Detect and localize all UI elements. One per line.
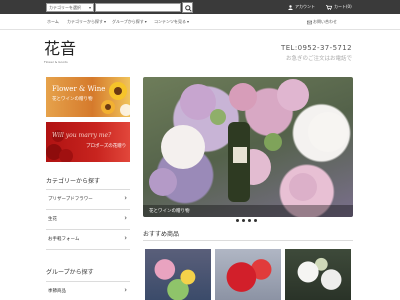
nav-home[interactable]: ホーム [47, 18, 59, 26]
chevron-right-icon: › [124, 234, 127, 242]
search-icon [185, 5, 192, 12]
chevron-right-icon: › [124, 214, 127, 222]
chevron-down-icon: ▾ [88, 5, 91, 10]
product-card[interactable] [285, 249, 351, 300]
main-nav: ホーム カテゴリーから探す▾ グループから探す▾ コンテンツを見る▾ お問い合わ… [0, 14, 400, 30]
slider-dot[interactable] [254, 219, 257, 222]
sidebar-item-label: 季節商品 [48, 289, 66, 294]
category-heading: カテゴリーから探す [46, 178, 101, 185]
banner2-title: Will you marry me? [52, 132, 112, 139]
slider-dot[interactable] [242, 219, 245, 222]
slider-dot[interactable] [248, 219, 251, 222]
nav-contents[interactable]: コンテンツを見る▾ [154, 18, 189, 26]
cart-link[interactable]: カート(0) [326, 3, 352, 11]
chevron-down-icon: ▾ [187, 19, 190, 24]
chevron-down-icon: ▾ [144, 19, 147, 24]
cart-icon [326, 4, 332, 10]
flower-bouquet-image [149, 79, 348, 202]
product-card[interactable] [215, 249, 281, 300]
hero-slider[interactable]: 花とワインの贈り物 [143, 77, 353, 217]
sidebar-item-fresh[interactable]: 生花 › [46, 209, 130, 229]
sidebar-item-label: 生花 [48, 217, 57, 222]
account-link[interactable]: アカウント [288, 3, 315, 11]
banner-flower-wine[interactable]: Flower & Wine 花とワインの贈り物 [46, 77, 130, 117]
nav-contact[interactable]: お問い合わせ [307, 18, 337, 26]
banner2-subtitle: プロポーズの花贈り [86, 144, 127, 149]
sidebar-item-preserved[interactable]: プリザーブドフラワー › [46, 189, 130, 209]
recommended-heading: おすすめ商品 [143, 231, 180, 238]
hero-caption: 花とワインの贈り物 [143, 205, 353, 217]
user-icon [288, 4, 293, 10]
cart-label: カート(0) [334, 4, 352, 9]
search-button[interactable] [182, 2, 193, 13]
phone-number: TEL:0952-37-5712 [281, 44, 352, 52]
phone-note: お急ぎのご注文はお電話で [285, 56, 352, 62]
nav-category[interactable]: カテゴリーから探す▾ [67, 18, 106, 26]
sidebar-item-form[interactable]: お手軽フォーム › [46, 229, 130, 250]
roses-image [46, 130, 73, 162]
product-card[interactable] [145, 249, 211, 300]
logo-mark: 花音 [44, 39, 77, 58]
chevron-right-icon: › [124, 286, 127, 294]
nav-contact-label: お問い合わせ [313, 19, 337, 24]
banner-proposal[interactable]: Will you marry me? プロポーズの花贈り [46, 122, 130, 162]
nav-group-label: グループから探す [112, 19, 144, 24]
account-label: アカウント [295, 4, 315, 9]
group-heading: グループから探す [46, 269, 94, 276]
banner1-title: Flower & Wine [52, 85, 106, 93]
top-bar: カテゴリーを選択 ▾ アカウント カート(0) [0, 0, 400, 14]
nav-group[interactable]: グループから探す▾ [112, 18, 147, 26]
nav-home-label: ホーム [47, 19, 59, 24]
sidebar-item-label: プリザーブドフラワー [48, 197, 93, 202]
search-input[interactable] [95, 3, 181, 12]
chevron-down-icon: ▾ [104, 19, 107, 24]
sidebar-item-seasonal[interactable]: 季節商品 › [46, 281, 130, 300]
logo-subtitle: Flower & Goods [44, 60, 68, 64]
hero-caption-text: 花とワインの贈り物 [149, 209, 190, 214]
category-select[interactable]: カテゴリーを選択 ▾ [46, 3, 94, 12]
sidebar-item-label: お手軽フォーム [48, 237, 80, 242]
banner1-subtitle: 花とワインの贈り物 [52, 97, 93, 102]
nav-category-label: カテゴリーから探す [67, 19, 103, 24]
slider-dot[interactable] [236, 219, 239, 222]
site-logo[interactable]: 花音 Flower & Goods [44, 40, 76, 68]
mail-icon [307, 20, 312, 24]
chevron-right-icon: › [124, 194, 127, 202]
nav-contents-label: コンテンツを見る [154, 19, 186, 24]
divider [143, 240, 353, 241]
category-select-value: カテゴリーを選択 [49, 5, 81, 10]
